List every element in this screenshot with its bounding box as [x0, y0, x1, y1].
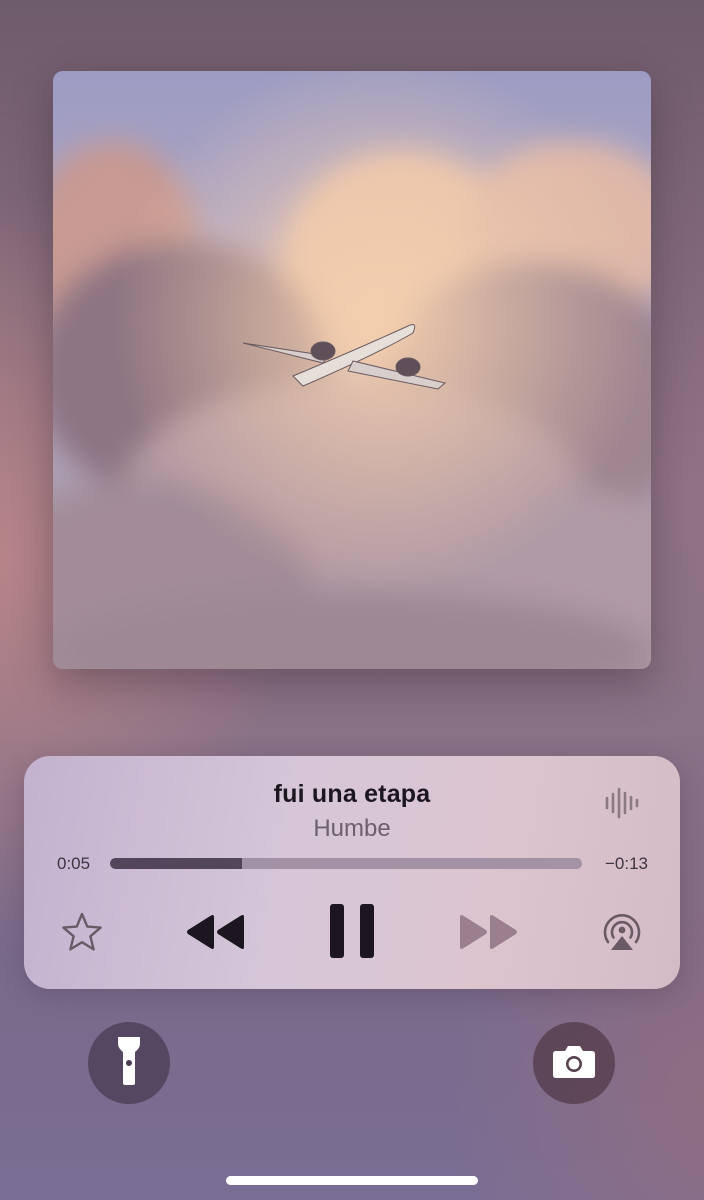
flashlight-icon: [116, 1035, 142, 1092]
track-title: fui una etapa: [273, 780, 431, 808]
waveform-icon[interactable]: [604, 786, 640, 820]
progress-fill: [110, 858, 243, 869]
home-indicator[interactable]: [226, 1176, 478, 1185]
pause-icon[interactable]: [328, 902, 376, 960]
camera-icon: [552, 1043, 596, 1084]
airplay-icon[interactable]: [600, 910, 644, 954]
forward-icon[interactable]: [456, 911, 520, 953]
flashlight-button[interactable]: [88, 1022, 170, 1104]
elapsed-time: 0:05: [57, 854, 91, 873]
camera-button[interactable]: [533, 1022, 615, 1104]
album-artwork: [53, 71, 651, 669]
remaining-time: −0:13: [604, 854, 648, 873]
progress-scrubber[interactable]: [110, 858, 582, 869]
track-artist: Humbe: [313, 815, 391, 842]
now-playing-widget: fui una etapa Humbe 0:05 −0:13: [24, 756, 680, 989]
backward-icon[interactable]: [184, 911, 248, 953]
star-icon[interactable]: [60, 910, 104, 954]
